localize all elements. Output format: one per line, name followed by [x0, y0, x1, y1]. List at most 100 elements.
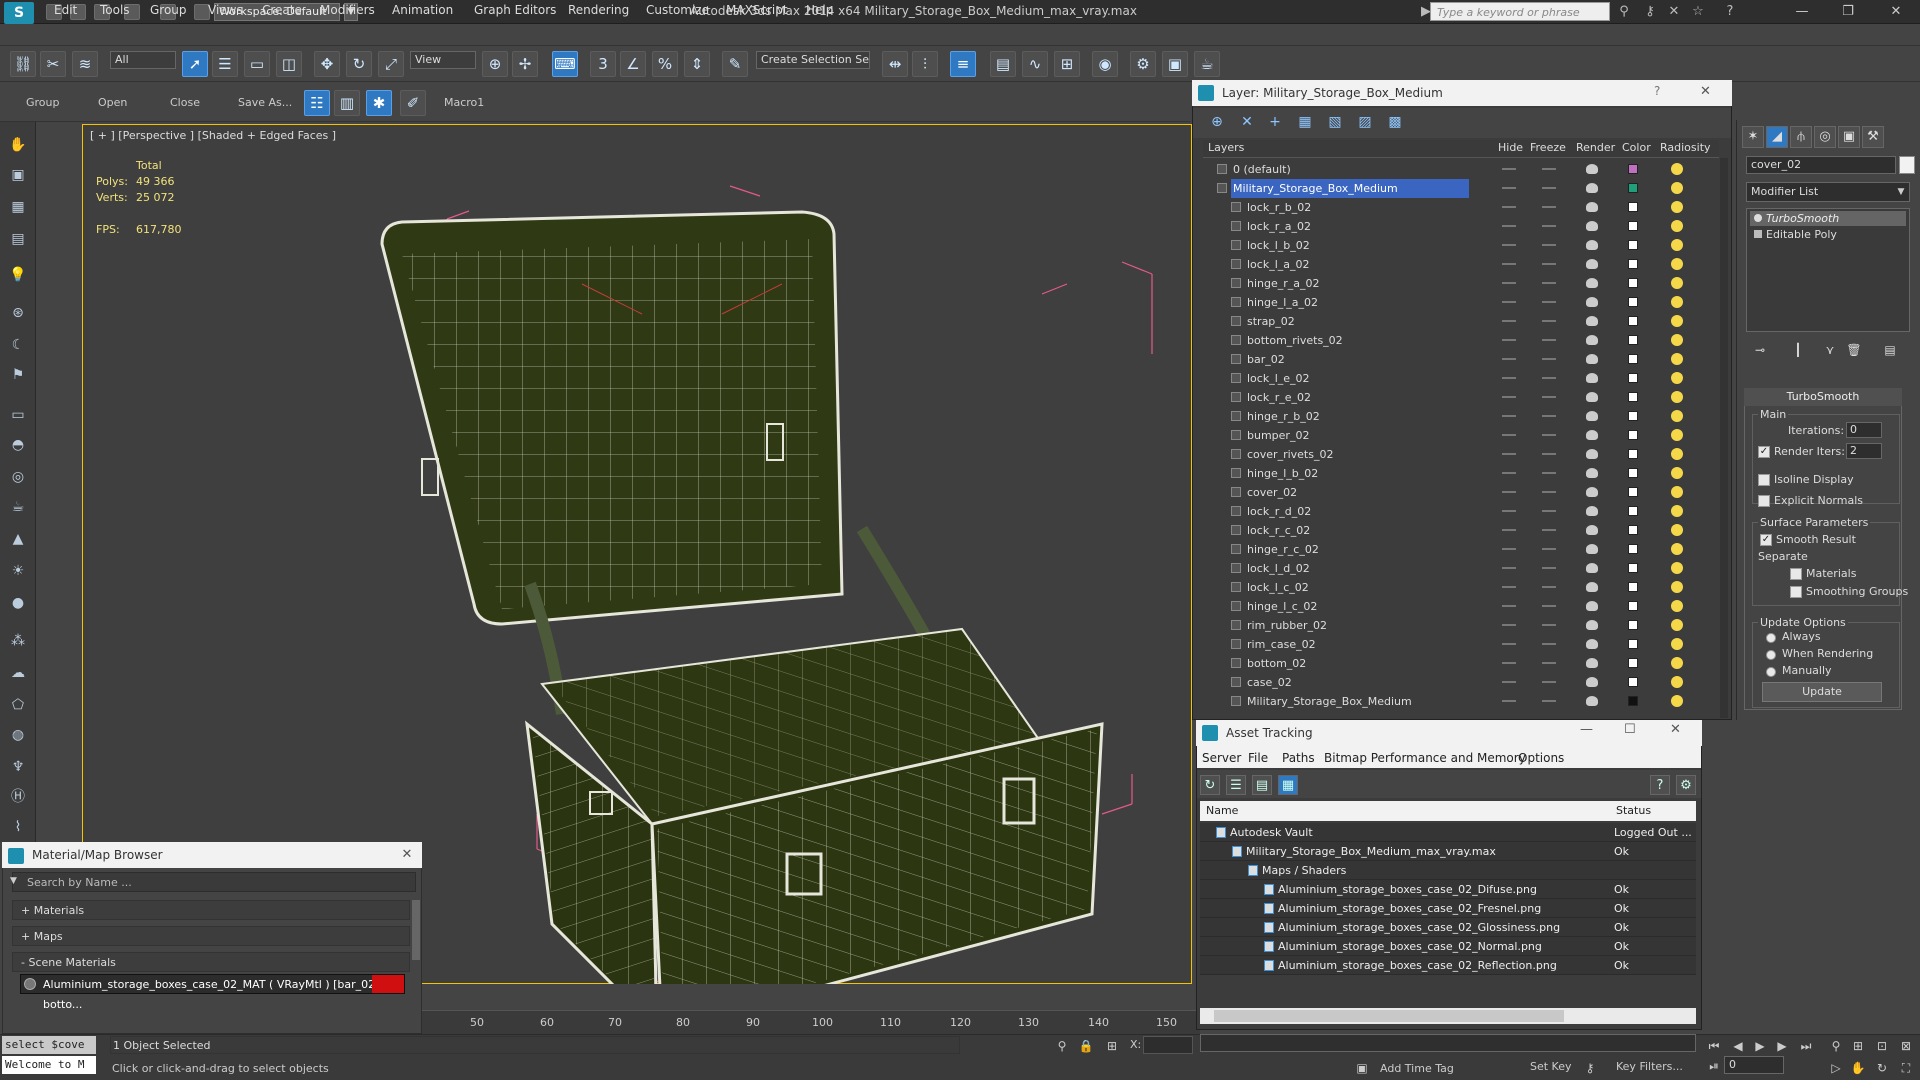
render-iters-checkbox[interactable]: ✓ [1758, 446, 1770, 458]
hide-toggle[interactable] [1502, 358, 1516, 360]
layer-color-swatch[interactable] [1628, 639, 1638, 649]
radiosity-icon[interactable] [1671, 505, 1683, 517]
hemisphere-icon[interactable]: ◓ [7, 434, 29, 456]
asset-row[interactable]: Aluminium_storage_boxes_case_02_Difuse.p… [1200, 880, 1696, 899]
pan-icon[interactable]: ✋ [1850, 1060, 1866, 1076]
freeze-toggle[interactable] [1542, 396, 1556, 398]
hide-toggle[interactable] [1502, 605, 1516, 607]
render-teapot-icon[interactable] [1586, 202, 1598, 212]
zoom-all-icon[interactable]: ⊞ [1850, 1038, 1866, 1054]
layer-row[interactable]: bottom_rivets_02 [1203, 331, 1719, 350]
align-icon[interactable]: ⫶ [912, 51, 938, 77]
maximize-viewport-icon[interactable]: ⛶ [1898, 1060, 1914, 1076]
snaps-toggle-icon[interactable]: 3 [590, 51, 616, 77]
menu-help[interactable]: Help [806, 3, 833, 17]
layer-row[interactable]: hinge_l_c_02 [1203, 597, 1719, 616]
asset-name[interactable]: Military_Storage_Box_Medium_max_vray.max [1246, 842, 1496, 861]
radiosity-icon[interactable] [1671, 657, 1683, 669]
asset-name[interactable]: Aluminium_storage_boxes_case_02_Glossine… [1278, 918, 1560, 937]
layer-name[interactable]: lock_l_d_02 [1245, 559, 1465, 578]
key-icon[interactable]: ⚷ [1582, 1060, 1598, 1076]
scrollbar[interactable] [1720, 158, 1728, 718]
layer-color-swatch[interactable] [1628, 259, 1638, 269]
layer-color-swatch[interactable] [1628, 164, 1638, 174]
percent-snap-icon[interactable]: % [652, 51, 678, 77]
hide-toggle[interactable] [1502, 662, 1516, 664]
render-iters-spinner[interactable]: 2 [1846, 443, 1882, 459]
layer-color-swatch[interactable] [1628, 183, 1638, 193]
detail-view-icon[interactable]: ▤ [1252, 775, 1272, 795]
menu-rendering[interactable]: Rendering [568, 3, 629, 17]
layer-row[interactable]: bumper_02 [1203, 426, 1719, 445]
when-rendering-radio[interactable] [1766, 650, 1776, 660]
layer-row[interactable]: lock_r_b_02 [1203, 198, 1719, 217]
rollout-title[interactable]: TurboSmooth [1744, 388, 1902, 406]
layer-row[interactable]: strap_02 [1203, 312, 1719, 331]
selection-filter-dropdown[interactable]: All [110, 51, 176, 69]
render-setup-icon[interactable]: ⚙ [1130, 51, 1156, 77]
layer-row[interactable]: hinge_r_b_02 [1203, 407, 1719, 426]
lock-icon[interactable]: 🔒 [1078, 1038, 1094, 1054]
render-teapot-icon[interactable] [1586, 658, 1598, 668]
layer-color-swatch[interactable] [1628, 449, 1638, 459]
ball-icon[interactable]: ● [7, 592, 29, 614]
zoom-icon[interactable]: ⚲ [1828, 1038, 1844, 1054]
box-icon[interactable]: ▣ [7, 164, 29, 186]
render-production-icon[interactable]: ☕ [1194, 51, 1220, 77]
layer-row[interactable]: lock_l_a_02 [1203, 255, 1719, 274]
reference-coordinate-dropdown[interactable]: View [410, 51, 476, 69]
isoline-checkbox[interactable] [1758, 474, 1770, 486]
motion-tab-icon[interactable]: ◎ [1814, 126, 1836, 148]
layer-color-swatch[interactable] [1628, 316, 1638, 326]
layer-row[interactable]: rim_case_02 [1203, 635, 1719, 654]
freeze-toggle[interactable] [1542, 472, 1556, 474]
highlight-layer-icon[interactable]: ▧ [1326, 113, 1344, 131]
hide-toggle[interactable] [1502, 396, 1516, 398]
asset-menu-bitmap[interactable]: Bitmap Performance and Memory [1324, 751, 1526, 765]
render-teapot-icon[interactable] [1586, 392, 1598, 402]
move-icon[interactable]: ✥ [314, 51, 340, 77]
col-render[interactable]: Render [1576, 141, 1615, 154]
exchange-icon[interactable]: ✕ [1666, 4, 1682, 20]
hide-toggle[interactable] [1502, 643, 1516, 645]
scrollbar[interactable] [412, 900, 420, 960]
layer-manager-icon[interactable]: ▥ [334, 90, 360, 116]
goto-end-icon[interactable]: ⏭ [1798, 1038, 1814, 1054]
object-color-swatch[interactable] [1899, 156, 1915, 174]
layer-color-swatch[interactable] [1628, 525, 1638, 535]
render-teapot-icon[interactable] [1586, 468, 1598, 478]
expand-icon[interactable] [1754, 230, 1762, 238]
layer-name[interactable]: cover_rivets_02 [1245, 445, 1465, 464]
set-key-button[interactable]: Set Key [1530, 1060, 1572, 1073]
radiosity-icon[interactable] [1671, 524, 1683, 536]
render-teapot-icon[interactable] [1586, 544, 1598, 554]
hide-toggle[interactable] [1502, 510, 1516, 512]
col-radiosity[interactable]: Radiosity [1660, 141, 1711, 154]
render-teapot-icon[interactable] [1586, 316, 1598, 326]
layer-row[interactable]: bottom_02 [1203, 654, 1719, 673]
freeze-toggle[interactable] [1542, 168, 1556, 170]
hide-layer-icon[interactable]: ▨ [1356, 113, 1374, 131]
asset-menu-options[interactable]: Options [1518, 751, 1564, 765]
link-icon[interactable]: ⛓ [10, 51, 36, 77]
render-teapot-icon[interactable] [1586, 582, 1598, 592]
bind-space-warp-icon[interactable]: ≋ [72, 51, 98, 77]
hide-toggle[interactable] [1502, 624, 1516, 626]
layer-row[interactable]: Military_Storage_Box_Medium [1203, 179, 1719, 198]
asset-row[interactable]: Maps / Shaders [1200, 861, 1696, 880]
scene-explorer-icon[interactable]: ☷ [304, 90, 330, 116]
hide-toggle[interactable] [1502, 567, 1516, 569]
layer-color-swatch[interactable] [1628, 297, 1638, 307]
material-editor-icon[interactable]: ◉ [1092, 51, 1118, 77]
keyboard-shortcut-override-icon[interactable]: ⌨ [552, 51, 578, 77]
window-crossing-icon[interactable]: ◫ [276, 51, 302, 77]
layer-row[interactable]: cover_02 [1203, 483, 1719, 502]
asset-row[interactable]: Aluminium_storage_boxes_case_02_Glossine… [1200, 918, 1696, 937]
render-teapot-icon[interactable] [1586, 297, 1598, 307]
freeze-toggle[interactable] [1542, 415, 1556, 417]
freeze-toggle[interactable] [1542, 301, 1556, 303]
radiosity-icon[interactable] [1671, 486, 1683, 498]
radiosity-icon[interactable] [1671, 581, 1683, 593]
rendered-frame-window-icon[interactable]: ▣ [1162, 51, 1188, 77]
layer-color-swatch[interactable] [1628, 221, 1638, 231]
